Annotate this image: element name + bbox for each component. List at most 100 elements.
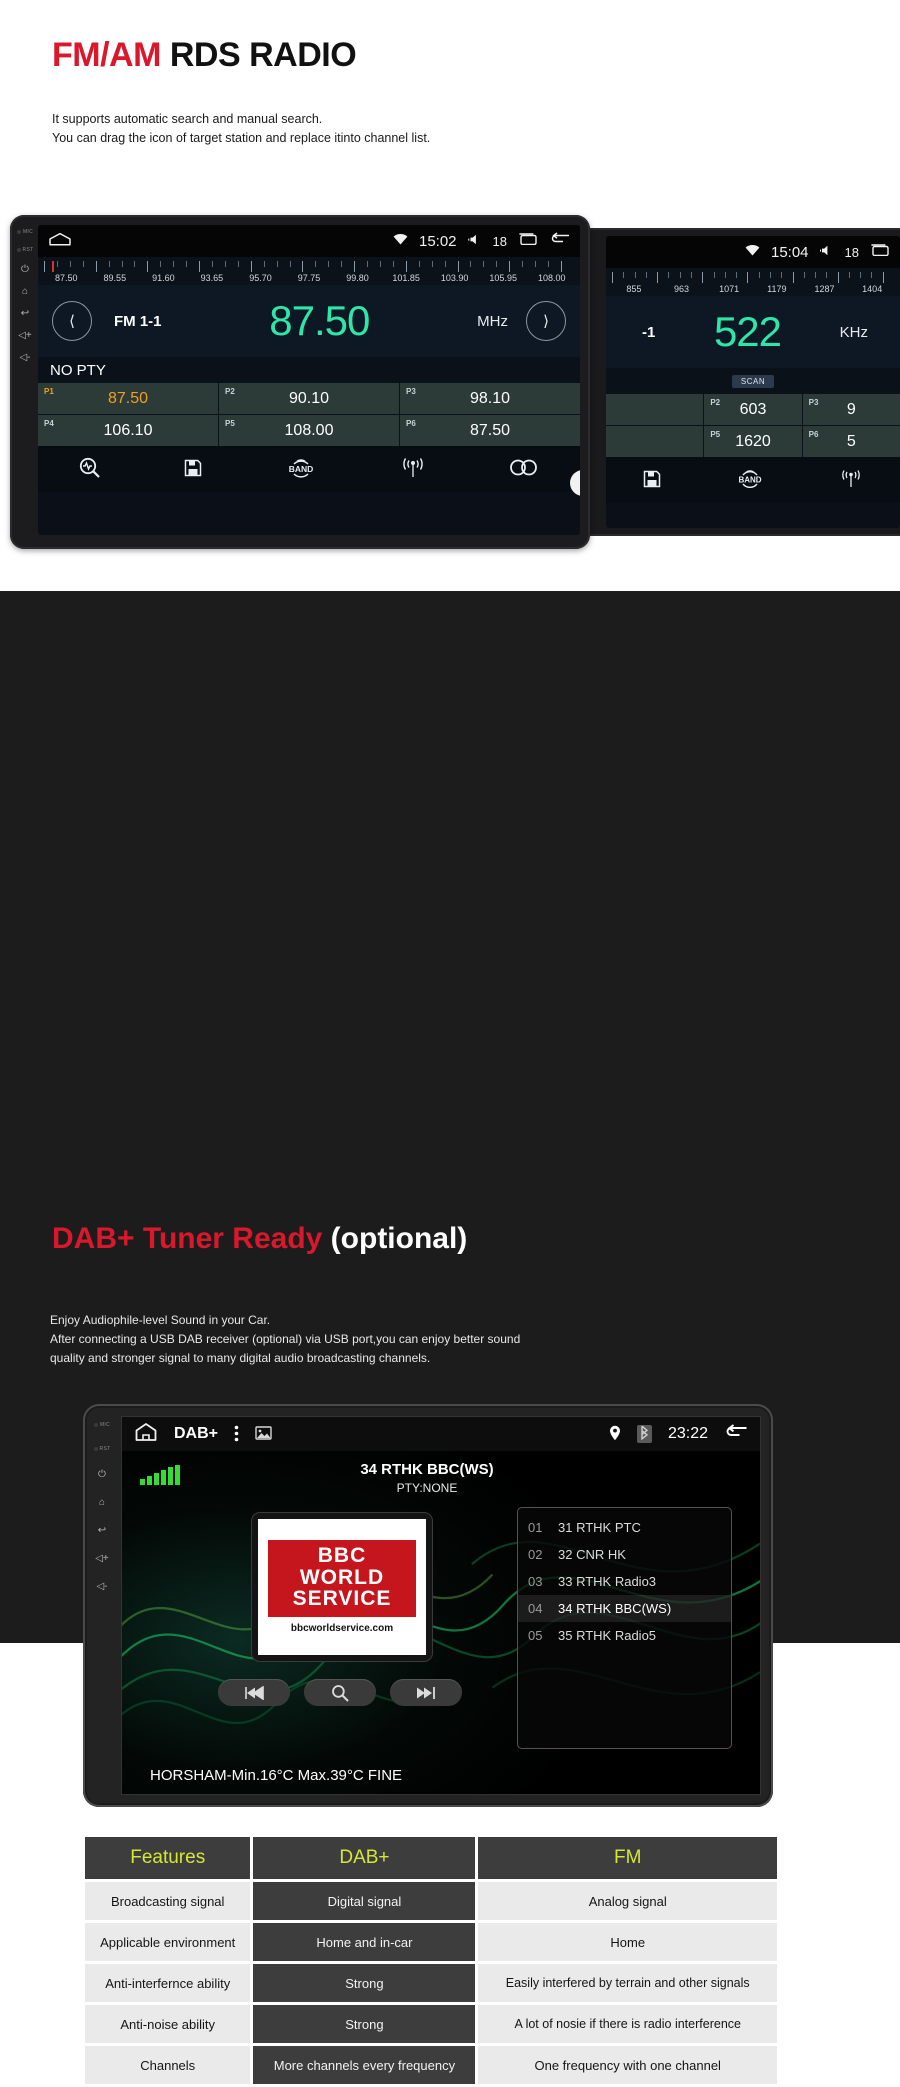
am-preset-slot: P2 bbox=[710, 398, 721, 407]
fm-preset-p5[interactable]: P5 108.00 bbox=[219, 415, 399, 446]
prev-track-icon[interactable] bbox=[218, 1679, 290, 1706]
dab-now-playing: 34 RTHK BBC(WS) bbox=[360, 1461, 494, 1478]
band-icon[interactable]: BAND bbox=[735, 469, 765, 492]
list-item-selected[interactable]: 04 34 RTHK BBC(WS) bbox=[518, 1595, 731, 1622]
volume-down-icon[interactable]: ◁- bbox=[96, 1582, 107, 1592]
back-icon[interactable] bbox=[724, 1424, 748, 1444]
home-icon[interactable]: ⌂ bbox=[22, 287, 28, 297]
am-preset-slot: P3 bbox=[808, 398, 819, 407]
search-icon[interactable] bbox=[304, 1679, 376, 1706]
am-scale-label: 1287 bbox=[814, 284, 835, 294]
am-scale-label: 1071 bbox=[719, 284, 740, 294]
cell-dab: Digital signal bbox=[253, 1882, 476, 1920]
fm-preset-p4[interactable]: P4 106.10 bbox=[38, 415, 218, 446]
fm-am-section: FM/AM RDS RADIO It supports automatic se… bbox=[0, 0, 900, 591]
wifi-icon bbox=[393, 232, 408, 250]
antenna-icon[interactable] bbox=[400, 457, 426, 482]
fm-preset-p1[interactable]: P1 87.50 bbox=[38, 383, 218, 414]
am-preset-empty[interactable] bbox=[606, 394, 704, 425]
back-icon[interactable]: ↩ bbox=[21, 309, 29, 319]
list-item[interactable]: 03 33 RTHK Radio3 bbox=[518, 1568, 731, 1595]
list-item[interactable]: 02 32 CNR HK bbox=[518, 1541, 731, 1568]
fm-preset-p6[interactable]: P6 87.50 bbox=[400, 415, 580, 446]
list-item[interactable]: 01 31 RTHK PTC bbox=[518, 1514, 731, 1541]
save-icon[interactable] bbox=[184, 459, 202, 480]
home-icon[interactable] bbox=[134, 1422, 158, 1446]
am-tuning-scale[interactable]: 855 963 1071 1179 1287 1404 bbox=[606, 268, 900, 296]
am-preset-p2[interactable]: P2 603 bbox=[704, 394, 802, 425]
fm-preset-p3[interactable]: P3 98.10 bbox=[400, 383, 580, 414]
tuning-needle bbox=[52, 261, 54, 272]
fm-scale-label: 103.90 bbox=[440, 273, 469, 283]
table-header-row: Features DAB+ FM bbox=[85, 1837, 777, 1879]
dab-description-line-1: Enjoy Audiophile-level Sound in your Car… bbox=[50, 1313, 271, 1327]
kebab-menu-icon[interactable] bbox=[234, 1425, 239, 1444]
prev-station-icon[interactable]: ⟨ bbox=[52, 301, 92, 341]
next-track-icon[interactable] bbox=[390, 1679, 462, 1706]
bbc-logo-url: bbcworldservice.com bbox=[290, 1622, 394, 1634]
fm-scale-label: 89.55 bbox=[103, 273, 127, 283]
am-preset-p6[interactable]: P6 5 bbox=[802, 426, 900, 457]
next-station-icon[interactable]: ⟩ bbox=[526, 301, 566, 341]
am-preset-p5[interactable]: P5 1620 bbox=[704, 426, 802, 457]
back-icon[interactable] bbox=[549, 232, 570, 250]
fm-scale-label: 95.70 bbox=[249, 273, 272, 283]
scan-search-icon[interactable] bbox=[79, 457, 101, 482]
am-scan-button[interactable]: SCAN bbox=[731, 374, 775, 388]
am-preset-slot: P6 bbox=[808, 430, 819, 439]
cell-feature: Anti-noise ability bbox=[85, 2005, 251, 2043]
am-toolbar: BAND bbox=[606, 457, 900, 503]
fm-preset-value: 87.50 bbox=[469, 421, 511, 439]
fm-preset-grid: P1 87.50 P2 90.10 P3 98.10 P4 106.10 P5 bbox=[38, 383, 580, 446]
home-icon[interactable] bbox=[48, 232, 72, 251]
stereo-icon[interactable] bbox=[509, 459, 539, 479]
reset-label: RST bbox=[16, 247, 34, 253]
save-icon[interactable] bbox=[643, 470, 661, 491]
back-icon[interactable]: ↩ bbox=[98, 1526, 106, 1536]
am-preset-p3[interactable]: P3 9 bbox=[802, 394, 900, 425]
am-preset-empty[interactable] bbox=[606, 426, 704, 457]
volume-down-icon[interactable]: ◁- bbox=[19, 353, 30, 363]
fm-preset-slot: P4 bbox=[44, 419, 54, 428]
fm-volume-level: 18 bbox=[492, 233, 507, 249]
table-row: Channels More channels every frequency O… bbox=[85, 2046, 777, 2084]
image-icon[interactable] bbox=[255, 1425, 272, 1443]
fm-scale-label: 93.65 bbox=[200, 273, 224, 283]
fm-description: It supports automatic search and manual … bbox=[52, 110, 430, 148]
home-icon[interactable]: ⌂ bbox=[99, 1498, 105, 1508]
dab-title: DAB+ Tuner Ready (optional) bbox=[52, 1224, 467, 1254]
page-title-highlight: FM/AM bbox=[52, 36, 161, 74]
fm-scale-label: 101.85 bbox=[392, 273, 420, 283]
table-row: Anti-noise ability Strong A lot of nosie… bbox=[85, 2005, 777, 2043]
dab-transport-controls bbox=[218, 1679, 462, 1706]
page-title-rest: RDS RADIO bbox=[160, 36, 357, 74]
dab-station-list[interactable]: 01 31 RTHK PTC 02 32 CNR HK 03 33 RTHK R… bbox=[517, 1507, 732, 1749]
volume-up-icon[interactable]: ◁+ bbox=[18, 331, 32, 341]
recents-icon[interactable] bbox=[518, 232, 538, 250]
power-icon[interactable]: ⏻ bbox=[21, 265, 29, 275]
cell-feature: Channels bbox=[85, 2046, 251, 2084]
dab-radio-device: MIC RST ⏻ ⌂ ↩ ◁+ ◁- DAB+ 23:22 34 RTHK B… bbox=[83, 1404, 773, 1807]
recents-icon[interactable] bbox=[870, 243, 890, 261]
power-icon[interactable]: ⏻ bbox=[98, 1470, 106, 1480]
station-index: 05 bbox=[528, 1628, 543, 1643]
station-index: 04 bbox=[528, 1601, 543, 1616]
fm-description-line-2: You can drag the icon of target station … bbox=[52, 131, 431, 145]
antenna-icon[interactable] bbox=[839, 469, 863, 492]
cell-dab: Home and in-car bbox=[253, 1923, 476, 1961]
fm-preset-slot: P6 bbox=[406, 419, 416, 428]
fm-preset-p2[interactable]: P2 90.10 bbox=[219, 383, 399, 414]
comparison-table: Features DAB+ FM Broadcasting signal Dig… bbox=[82, 1834, 780, 2087]
fm-pty-row: NO PTY bbox=[38, 357, 580, 383]
svg-text:BAND: BAND bbox=[738, 475, 761, 484]
fm-frequency-row: ⟨ FM 1-1 87.50 MHz ⟩ bbox=[38, 285, 580, 357]
fm-tuning-scale[interactable]: 87.50 89.55 91.60 93.65 95.70 97.75 99.8… bbox=[38, 257, 580, 285]
volume-up-icon[interactable]: ◁+ bbox=[95, 1554, 109, 1564]
list-item[interactable]: 05 35 RTHK Radio5 bbox=[518, 1622, 731, 1649]
am-preset-value: 9 bbox=[846, 400, 856, 418]
band-icon[interactable]: BAND bbox=[284, 457, 318, 482]
dab-section: DAB+ Tuner Ready (optional) Enjoy Audiop… bbox=[0, 591, 900, 2084]
station-index: 03 bbox=[528, 1574, 543, 1589]
home-button[interactable] bbox=[570, 470, 580, 496]
am-scale-label: 855 bbox=[626, 284, 642, 294]
